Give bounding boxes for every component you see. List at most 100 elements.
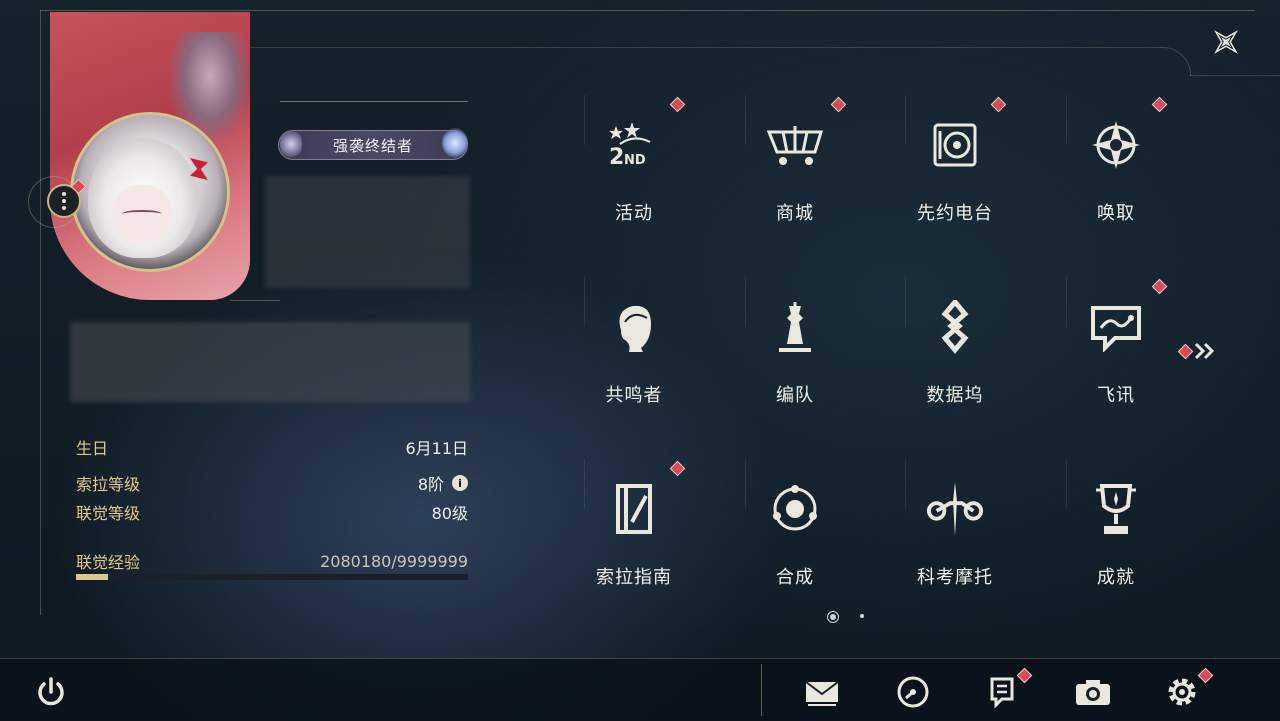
exp-progress-fill bbox=[76, 574, 108, 580]
guide-book-icon bbox=[604, 479, 664, 539]
double-chevron-right-icon bbox=[1194, 342, 1215, 360]
next-page-button[interactable] bbox=[1177, 340, 1220, 362]
synthesis-icon bbox=[765, 479, 825, 539]
stat-value: 2080180/9999999 bbox=[320, 551, 468, 571]
grid-tick bbox=[905, 95, 906, 145]
menu-item[interactable]: 飞讯 bbox=[1066, 277, 1186, 427]
page-dot[interactable] bbox=[860, 614, 864, 618]
stat-value: 80级 bbox=[431, 504, 468, 523]
settings-gear-icon bbox=[1168, 678, 1196, 706]
menu-item[interactable]: 索拉指南 bbox=[584, 459, 704, 609]
motorbike-icon bbox=[925, 479, 985, 539]
title-badge[interactable]: 强袭终结者 bbox=[278, 130, 468, 160]
menu-item[interactable]: 合成 bbox=[745, 459, 865, 609]
blurred-signature-area bbox=[70, 322, 470, 402]
grid-tick bbox=[1066, 277, 1067, 327]
stat-value: 6月11日 bbox=[405, 439, 468, 458]
event-2nd-anniversary-icon: 2 ND bbox=[604, 115, 664, 175]
notification-dot bbox=[990, 96, 1007, 113]
clock-button[interactable] bbox=[893, 672, 933, 712]
radio-speaker-icon bbox=[925, 115, 985, 175]
blurred-name-area bbox=[265, 176, 470, 288]
grid-tick bbox=[584, 459, 585, 509]
stat-row-union-exp: 联觉经验 2080180/9999999 bbox=[76, 549, 468, 573]
frame-line-inner bbox=[250, 47, 1160, 48]
menu-item-label: 唤取 bbox=[1097, 203, 1135, 224]
menu-item-label: 数据坞 bbox=[926, 385, 984, 406]
menu-item-label: 编队 bbox=[776, 385, 814, 406]
grid-tick bbox=[584, 95, 585, 145]
svg-text:ND: ND bbox=[624, 153, 646, 168]
toolbar-divider bbox=[761, 664, 762, 716]
stat-label: 生日 bbox=[76, 439, 109, 458]
notification-dot bbox=[669, 460, 686, 477]
frame-corner bbox=[1160, 47, 1191, 76]
camera-icon bbox=[1076, 680, 1110, 705]
menu-item[interactable]: 编队 bbox=[745, 277, 865, 427]
menu-item-label: 合成 bbox=[776, 567, 814, 588]
svg-text:2: 2 bbox=[609, 145, 624, 170]
menu-item[interactable]: 科考摩托 bbox=[905, 459, 1025, 609]
menu-item[interactable]: 唤取 bbox=[1066, 95, 1186, 245]
title-badge-label: 强袭终结者 bbox=[332, 136, 413, 155]
menu-item[interactable]: 2 ND 活动 bbox=[584, 95, 704, 245]
stat-label: 联觉经验 bbox=[76, 553, 141, 572]
power-button[interactable] bbox=[31, 672, 71, 712]
exp-progress-track bbox=[76, 574, 468, 580]
menu-item-label: 先约电台 bbox=[917, 203, 993, 224]
grid-tick bbox=[1066, 95, 1067, 145]
frame-line-right bbox=[1190, 75, 1280, 76]
grid-tick bbox=[584, 277, 585, 327]
stat-value: 8阶 bbox=[417, 475, 444, 494]
badge-ornament-left bbox=[280, 128, 302, 160]
notice-icon bbox=[990, 677, 1014, 709]
close-button[interactable] bbox=[1208, 24, 1244, 60]
menu-item[interactable]: 先约电台 bbox=[905, 95, 1025, 245]
menu-item-label: 活动 bbox=[615, 203, 653, 224]
convene-compass-icon bbox=[1086, 115, 1146, 175]
menu-item-label: 共鸣者 bbox=[605, 385, 663, 406]
trophy-icon bbox=[1086, 479, 1146, 539]
grid-tick bbox=[745, 95, 746, 145]
message-chat-icon bbox=[1086, 297, 1146, 357]
grid-tick bbox=[905, 277, 906, 327]
frame-line-top bbox=[40, 10, 1255, 11]
camera-button[interactable] bbox=[1073, 672, 1113, 712]
mail-button[interactable] bbox=[802, 672, 842, 712]
notification-dot bbox=[830, 96, 847, 113]
menu-item[interactable]: 数据坞 bbox=[905, 277, 1025, 427]
avatar-eyes bbox=[122, 210, 162, 218]
notice-button[interactable] bbox=[982, 667, 1033, 712]
menu-item[interactable]: 共鸣者 bbox=[584, 277, 704, 427]
settings-button[interactable] bbox=[1162, 667, 1214, 712]
page-dot[interactable] bbox=[830, 614, 836, 620]
menu-item-label: 飞讯 bbox=[1097, 385, 1135, 406]
grid-tick bbox=[745, 277, 746, 327]
notification-dot bbox=[1151, 96, 1168, 113]
menu-item[interactable]: 成就 bbox=[1066, 459, 1186, 609]
stat-label: 索拉等级 bbox=[76, 475, 141, 494]
resonator-head-icon bbox=[604, 297, 664, 357]
menu-item-label: 科考摩托 bbox=[917, 567, 993, 588]
info-icon[interactable]: i bbox=[452, 475, 468, 491]
badge-ornament-right bbox=[442, 128, 468, 158]
stat-row-birthday: 生日 6月11日 bbox=[76, 435, 468, 459]
stat-row-union-level: 联觉等级 80级 bbox=[76, 500, 468, 524]
grid-tick bbox=[745, 459, 746, 509]
grid-tick bbox=[905, 459, 906, 509]
close-star-icon bbox=[1214, 30, 1238, 54]
card-divider bbox=[230, 300, 280, 301]
name-divider bbox=[280, 101, 468, 102]
menu-item[interactable]: 商城 bbox=[745, 95, 865, 245]
stat-row-sol-rank: 索拉等级 8阶 i bbox=[76, 471, 468, 495]
menu-item-label: 成就 bbox=[1097, 567, 1135, 588]
grid-tick bbox=[1066, 459, 1067, 509]
notification-dot bbox=[1177, 343, 1194, 359]
data-bank-icon bbox=[925, 297, 985, 357]
menu-item-label: 索拉指南 bbox=[596, 567, 672, 588]
team-chess-icon bbox=[765, 297, 825, 357]
notification-dot bbox=[1151, 278, 1168, 295]
power-icon bbox=[38, 677, 64, 706]
menu-item-label: 商城 bbox=[776, 203, 814, 224]
mail-icon bbox=[805, 681, 839, 706]
